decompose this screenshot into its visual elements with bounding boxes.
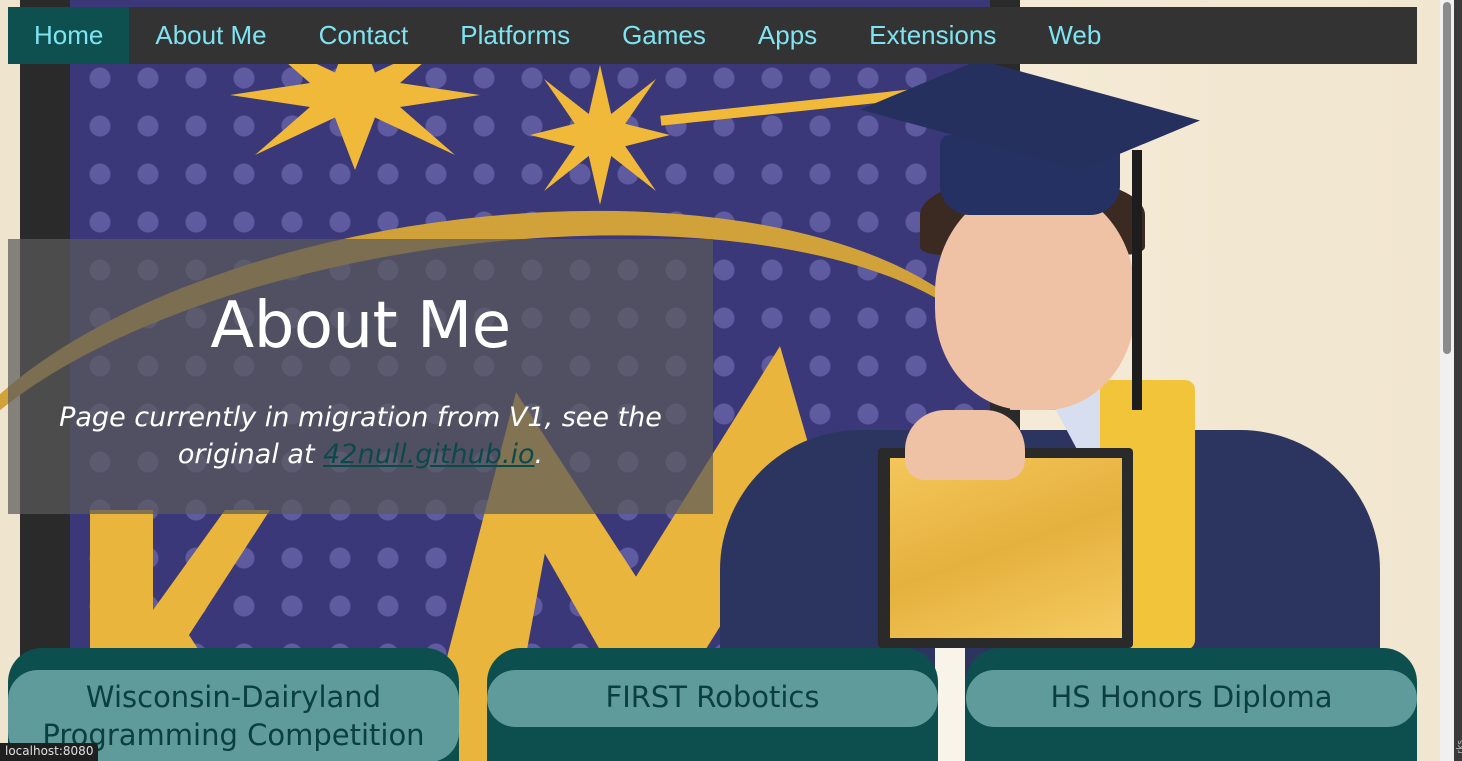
link-status-bar: localhost:8080 [0,743,99,761]
person-face [935,185,1135,410]
migration-notice: Page currently in migration from V1, see… [48,399,673,473]
card-title: HS Honors Diploma [966,670,1417,727]
top-navbar: Home About Me Contact Platforms Games Ap… [8,7,1417,64]
nav-web[interactable]: Web [1022,7,1127,64]
edge-label: rks [1456,740,1462,754]
nav-home[interactable]: Home [8,7,130,64]
card-title: FIRST Robotics [487,670,938,727]
nav-about-me[interactable]: About Me [129,7,292,64]
about-panel: About Me Page currently in migration fro… [8,239,713,514]
person-hand [905,410,1025,480]
migration-notice-end: . [534,439,544,470]
diploma-paper [935,648,965,761]
award-plaque-face [890,458,1122,638]
scrollbar-thumb[interactable] [1443,2,1451,354]
vertical-scrollbar[interactable]: rks [1440,0,1462,761]
nav-games[interactable]: Games [596,7,732,64]
nav-extensions[interactable]: Extensions [843,7,1022,64]
nav-apps[interactable]: Apps [732,7,843,64]
page-title: About Me [210,289,511,363]
card-honors-diploma[interactable]: HS Honors Diploma [966,648,1417,761]
card-first-robotics[interactable]: FIRST Robotics [487,648,938,761]
cap-tassel [1132,150,1142,410]
original-site-link[interactable]: 42null.github.io [323,439,534,470]
nav-contact[interactable]: Contact [293,7,435,64]
banner-star-small [530,65,670,205]
nav-platforms[interactable]: Platforms [434,7,596,64]
